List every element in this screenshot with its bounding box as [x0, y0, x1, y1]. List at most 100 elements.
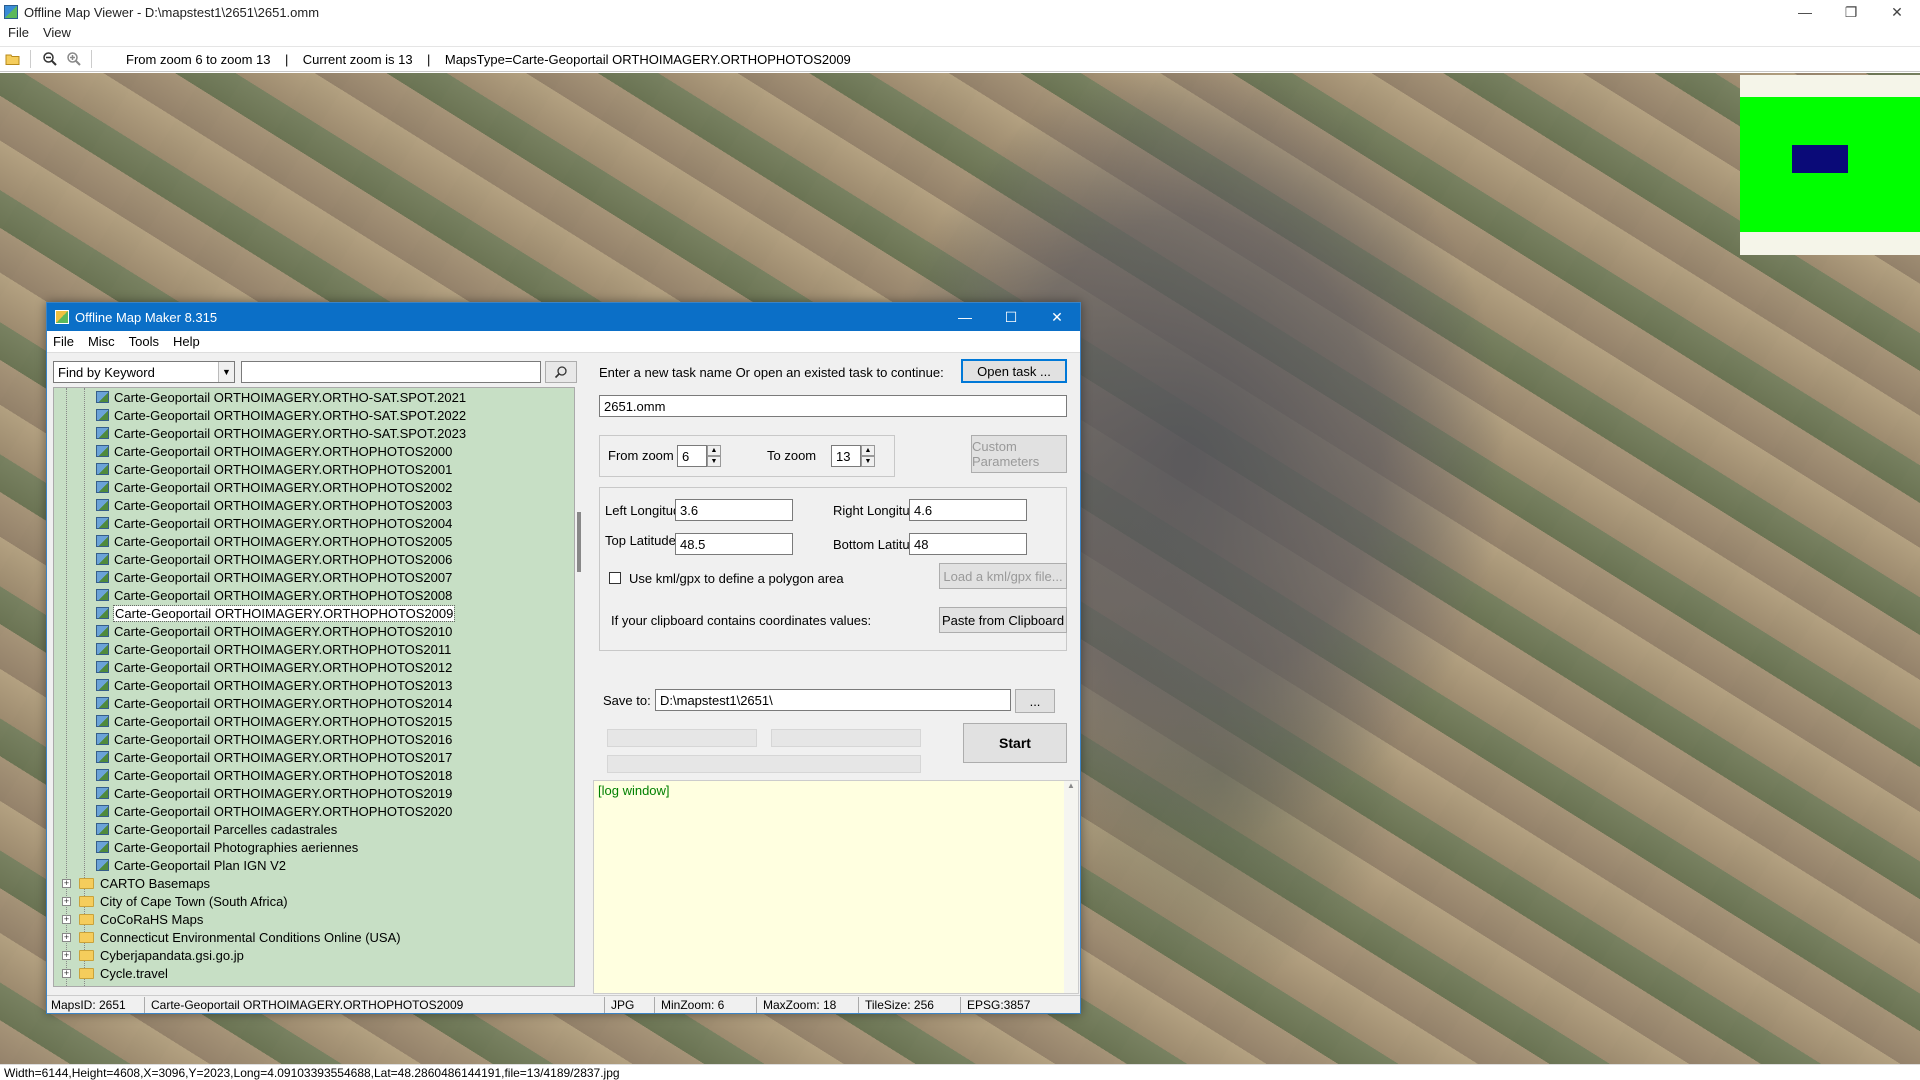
log-window[interactable]: [log window] ▲	[593, 780, 1079, 994]
to-zoom-stepper[interactable]: ▲ ▼	[861, 445, 875, 467]
zoom-in-icon[interactable]	[63, 48, 85, 70]
arrow-up-icon[interactable]: ▲	[707, 445, 721, 456]
close-icon[interactable]: ✕	[1034, 303, 1080, 331]
search-mode-dropdown[interactable]: Find by Keyword ▼	[53, 361, 235, 383]
from-zoom-field[interactable]	[677, 445, 707, 467]
bottom-latitude-field[interactable]	[909, 533, 1027, 555]
chevron-down-icon[interactable]: ▼	[218, 362, 234, 382]
top-latitude-field[interactable]	[675, 533, 793, 555]
tree-item-map[interactable]: Carte-Geoportail ORTHOIMAGERY.ORTHOPHOTO…	[96, 514, 452, 532]
search-input[interactable]	[241, 361, 541, 383]
menu-view[interactable]: View	[43, 25, 71, 40]
minimize-icon[interactable]: —	[942, 303, 988, 331]
browse-button[interactable]: ...	[1015, 689, 1055, 713]
tree-item-map[interactable]: Carte-Geoportail ORTHOIMAGERY.ORTHOPHOTO…	[96, 676, 452, 694]
task-name-field[interactable]	[599, 395, 1067, 417]
arrow-up-icon[interactable]: ▲	[1064, 781, 1078, 790]
arrow-down-icon[interactable]: ▼	[861, 456, 875, 467]
tree-item-map[interactable]: Carte-Geoportail ORTHOIMAGERY.ORTHOPHOTO…	[96, 532, 452, 550]
arrow-up-icon[interactable]: ▲	[861, 445, 875, 456]
tree-item-map[interactable]: Carte-Geoportail ORTHOIMAGERY.ORTHOPHOTO…	[96, 802, 452, 820]
start-button[interactable]: Start	[963, 723, 1067, 763]
open-task-button[interactable]: Open task ...	[961, 359, 1067, 383]
expand-icon[interactable]: +	[62, 896, 71, 906]
menu-help[interactable]: Help	[173, 334, 200, 349]
tree-item-map[interactable]: Carte-Geoportail ORTHOIMAGERY.ORTHOPHOTO…	[96, 586, 452, 604]
tree-item-map[interactable]: Carte-Geoportail ORTHOIMAGERY.ORTHOPHOTO…	[96, 694, 452, 712]
tree-folder[interactable]: + Connecticut Environmental Conditions On…	[62, 928, 401, 946]
map-layer-icon	[96, 535, 109, 547]
expand-icon[interactable]: +	[62, 968, 71, 978]
tree-item-map[interactable]: Carte-Geoportail ORTHOIMAGERY.ORTHOPHOTO…	[96, 640, 451, 658]
map-layer-icon	[96, 859, 109, 871]
menu-tools[interactable]: Tools	[129, 334, 159, 349]
menu-file[interactable]: File	[53, 334, 74, 349]
tree-item-map[interactable]: Carte-Geoportail ORTHOIMAGERY.ORTHOPHOTO…	[96, 712, 452, 730]
maker-menubar: File Misc Tools Help	[47, 331, 1080, 353]
paste-clipboard-button[interactable]: Paste from Clipboard	[939, 607, 1067, 633]
custom-parameters-button[interactable]: Custom Parameters	[971, 435, 1067, 473]
expand-icon[interactable]: +	[62, 950, 71, 960]
tree-item-label: Carte-Geoportail ORTHOIMAGERY.ORTHOPHOTO…	[114, 749, 453, 765]
tree-item-map[interactable]: Carte-Geoportail ORTHOIMAGERY.ORTHOPHOTO…	[96, 496, 452, 514]
tree-item-map[interactable]: Carte-Geoportail ORTHOIMAGERY.ORTHOPHOTO…	[96, 748, 452, 766]
tree-item-map[interactable]: Carte-Geoportail ORTHOIMAGERY.ORTHO-SAT.…	[96, 388, 466, 406]
tree-item-map[interactable]: Carte-Geoportail ORTHOIMAGERY.ORTHOPHOTO…	[96, 622, 452, 640]
menu-misc[interactable]: Misc	[88, 334, 115, 349]
tree-item-map[interactable]: Carte-Geoportail ORTHOIMAGERY.ORTHOPHOTO…	[96, 460, 452, 478]
tree-item-map[interactable]: Carte-Geoportail Plan IGN V2	[96, 856, 286, 874]
left-longitude-field[interactable]	[675, 499, 793, 521]
maps-panel: Find by Keyword ▼ Carte-Geoportail ORTHO…	[51, 357, 586, 991]
tree-item-map[interactable]: Carte-Geoportail ORTHOIMAGERY.ORTHOPHOTO…	[96, 550, 452, 568]
scroll-thumb[interactable]	[577, 512, 581, 572]
from-zoom-stepper[interactable]: ▲ ▼	[707, 445, 721, 467]
maximize-icon[interactable]: ☐	[988, 303, 1034, 331]
load-kml-button[interactable]: Load a kml/gpx file...	[939, 563, 1067, 589]
right-longitude-field[interactable]	[909, 499, 1027, 521]
tree-folder[interactable]: + CARTO Basemaps	[62, 874, 210, 892]
tree-item-map[interactable]: Carte-Geoportail ORTHOIMAGERY.ORTHOPHOTO…	[96, 730, 452, 748]
tree-folder[interactable]: + Cyberjapandata.gsi.go.jp	[62, 946, 244, 964]
map-layer-icon	[96, 427, 109, 439]
tree-folder[interactable]: + Cycle.travel	[62, 964, 168, 982]
open-folder-icon[interactable]	[2, 48, 24, 70]
tree-scrollbar[interactable]	[575, 387, 585, 987]
minimize-icon[interactable]: —	[1782, 0, 1828, 24]
tree-item-map[interactable]: Carte-Geoportail ORTHOIMAGERY.ORTHOPHOTO…	[96, 568, 452, 586]
tree-item-map[interactable]: Carte-Geoportail ORTHOIMAGERY.ORTHOPHOTO…	[96, 442, 452, 460]
maker-title: Offline Map Maker 8.315	[75, 309, 218, 325]
menu-file[interactable]: File	[8, 25, 29, 40]
tree-item-map[interactable]: Carte-Geoportail Parcelles cadastrales	[96, 820, 337, 838]
search-button[interactable]	[545, 361, 577, 383]
tree-folder[interactable]: + City of Cape Town (South Africa)	[62, 892, 288, 910]
save-to-field[interactable]	[655, 689, 1011, 711]
expand-icon[interactable]: +	[62, 932, 71, 942]
close-icon[interactable]: ✕	[1874, 0, 1920, 24]
minimap-viewport[interactable]	[1792, 145, 1848, 173]
log-scrollbar[interactable]: ▲	[1064, 781, 1078, 993]
restore-icon[interactable]: ❐	[1828, 0, 1874, 24]
progress-bar-1	[607, 729, 757, 747]
map-source-tree[interactable]: Carte-Geoportail ORTHOIMAGERY.ORTHO-SAT.…	[53, 387, 575, 987]
tree-item-map[interactable]: Carte-Geoportail ORTHOIMAGERY.ORTHOPHOTO…	[96, 604, 456, 622]
tree-item-label: Carte-Geoportail ORTHOIMAGERY.ORTHOPHOTO…	[114, 533, 453, 549]
expand-icon[interactable]: +	[62, 914, 71, 924]
map-layer-icon	[96, 823, 109, 835]
tree-item-map[interactable]: Carte-Geoportail ORTHOIMAGERY.ORTHOPHOTO…	[96, 478, 452, 496]
zoom-out-icon[interactable]	[39, 48, 61, 70]
tree-item-map[interactable]: Carte-Geoportail ORTHOIMAGERY.ORTHOPHOTO…	[96, 766, 452, 784]
tree-item-map[interactable]: Carte-Geoportail ORTHOIMAGERY.ORTHO-SAT.…	[96, 406, 466, 424]
tree-folder[interactable]: + CoCoRaHS Maps	[62, 910, 203, 928]
arrow-down-icon[interactable]: ▼	[707, 456, 721, 467]
tree-item-map[interactable]: Carte-Geoportail ORTHOIMAGERY.ORTHOPHOTO…	[96, 658, 452, 676]
to-zoom-field[interactable]	[831, 445, 861, 467]
tree-item-map[interactable]: Carte-Geoportail Photographies aeriennes	[96, 838, 358, 856]
tree-item-label: Carte-Geoportail ORTHOIMAGERY.ORTHOPHOTO…	[114, 479, 453, 495]
kml-polygon-checkbox[interactable]	[609, 572, 621, 584]
map-layer-icon	[96, 463, 109, 475]
task-prompt: Enter a new task name Or open an existed…	[599, 365, 944, 380]
minimap[interactable]	[1740, 75, 1920, 255]
tree-item-map[interactable]: Carte-Geoportail ORTHOIMAGERY.ORTHO-SAT.…	[96, 424, 466, 442]
expand-icon[interactable]: +	[62, 878, 71, 888]
tree-item-map[interactable]: Carte-Geoportail ORTHOIMAGERY.ORTHOPHOTO…	[96, 784, 452, 802]
